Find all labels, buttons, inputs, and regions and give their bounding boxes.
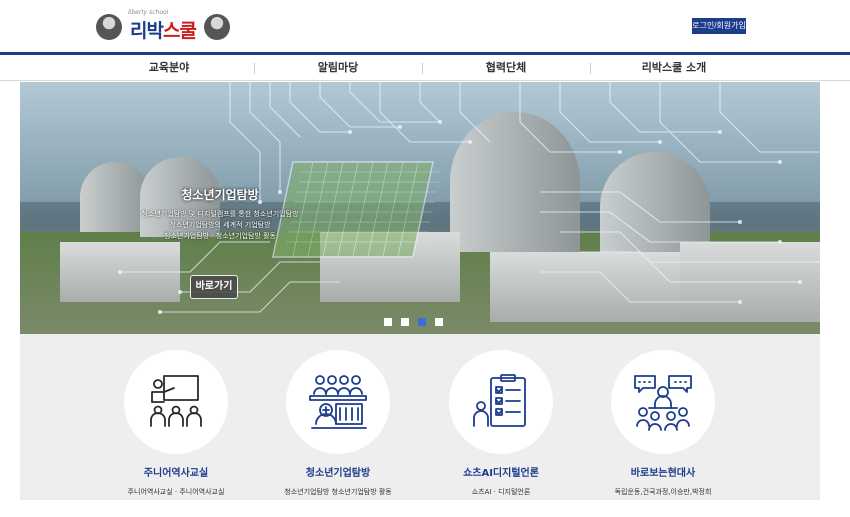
slider-pagination <box>384 318 443 326</box>
program-subtitle: 청소년기업탐방 청소년기업탐방 활동 <box>284 488 392 496</box>
site-logo[interactable]: 리박스쿨 liberty school <box>96 9 230 42</box>
program-title: 바로보는현대사 <box>630 468 696 479</box>
main-nav: 교육분야 알림마당 협력단체 리박스쿨 소개 <box>0 52 850 81</box>
nav-item-notices[interactable]: 알림마당 <box>254 55 422 80</box>
slider-dot-1[interactable] <box>384 318 392 326</box>
hero-description: 청소년기업탐방 및 디지털캠프를 통한 청소년기업탐방 청소년기업탐방의 세계적… <box>130 209 310 242</box>
program-section: 주니어역사교실 주니어역사교실 · 주니어역사교실 청소년기업탐방 청소년기업탐… <box>20 334 820 500</box>
program-icon-circle <box>611 350 715 454</box>
program-icon-circle <box>449 350 553 454</box>
logo-tagline: liberty school <box>128 9 169 16</box>
hero-caption: 청소년기업탐방 청소년기업탐방 및 디지털캠프를 통한 청소년기업탐방 청소년기… <box>130 186 310 242</box>
nav-item-partners[interactable]: 협력단체 <box>422 55 590 80</box>
program-title: 쇼츠AI디지털언론 <box>463 468 539 479</box>
program-card[interactable]: 바로보는현대사 독립운동,건국과정,이승만,박정희 <box>588 350 738 497</box>
program-icon-circle <box>124 350 228 454</box>
program-card[interactable]: 주니어역사교실 주니어역사교실 · 주니어역사교실 <box>101 350 251 497</box>
hero-desc-line: 청소년기업탐방의 세계적 기업탐방 <box>169 221 271 229</box>
program-subtitle: 쇼츠AI · 디지털언론 <box>471 488 531 496</box>
group-meeting-icon <box>309 375 367 429</box>
discussion-icon <box>634 375 692 431</box>
program-title: 주니어역사교실 <box>143 468 209 479</box>
portrait-right-icon <box>203 14 230 40</box>
hero-banner: 청소년기업탐방 청소년기업탐방 및 디지털캠프를 통한 청소년기업탐방 청소년기… <box>20 82 820 334</box>
logo-text: 리박스쿨 <box>130 19 197 42</box>
program-title: 청소년기업탐방 <box>305 468 371 479</box>
hero-go-button[interactable]: 바로가기 <box>190 275 238 299</box>
hero-desc-line: 청소년기업탐방 및 디지털캠프를 통한 청소년기업탐방 <box>141 210 299 218</box>
slider-dot-3[interactable] <box>418 318 426 326</box>
program-card[interactable]: 청소년기업탐방 청소년기업탐방 청소년기업탐방 활동 <box>263 350 413 497</box>
portrait-left-icon <box>96 14 122 40</box>
nav-item-about[interactable]: 리박스쿨 소개 <box>590 55 758 80</box>
program-subtitle: 독립운동,건국과정,이승만,박정희 <box>614 488 712 496</box>
site-header: 리박스쿨 liberty school 로그인/회원가입 <box>0 0 850 52</box>
slider-dot-4[interactable] <box>435 318 443 326</box>
program-card[interactable]: 쇼츠AI디지털언론 쇼츠AI · 디지털언론 <box>426 350 576 497</box>
teacher-classroom-icon <box>150 375 202 427</box>
login-signup-button[interactable]: 로그인/회원가입 <box>692 18 746 34</box>
hero-desc-line: 청소년기업탐방 · 청소년기업탐방 활동 <box>164 232 276 240</box>
program-icon-circle <box>286 350 390 454</box>
checklist-icon <box>473 374 526 427</box>
hero-title: 청소년기업탐방 <box>181 188 259 202</box>
nav-item-education[interactable]: 교육분야 <box>84 55 254 80</box>
slider-dot-2[interactable] <box>401 318 409 326</box>
program-subtitle: 주니어역사교실 · 주니어역사교실 <box>127 488 225 496</box>
